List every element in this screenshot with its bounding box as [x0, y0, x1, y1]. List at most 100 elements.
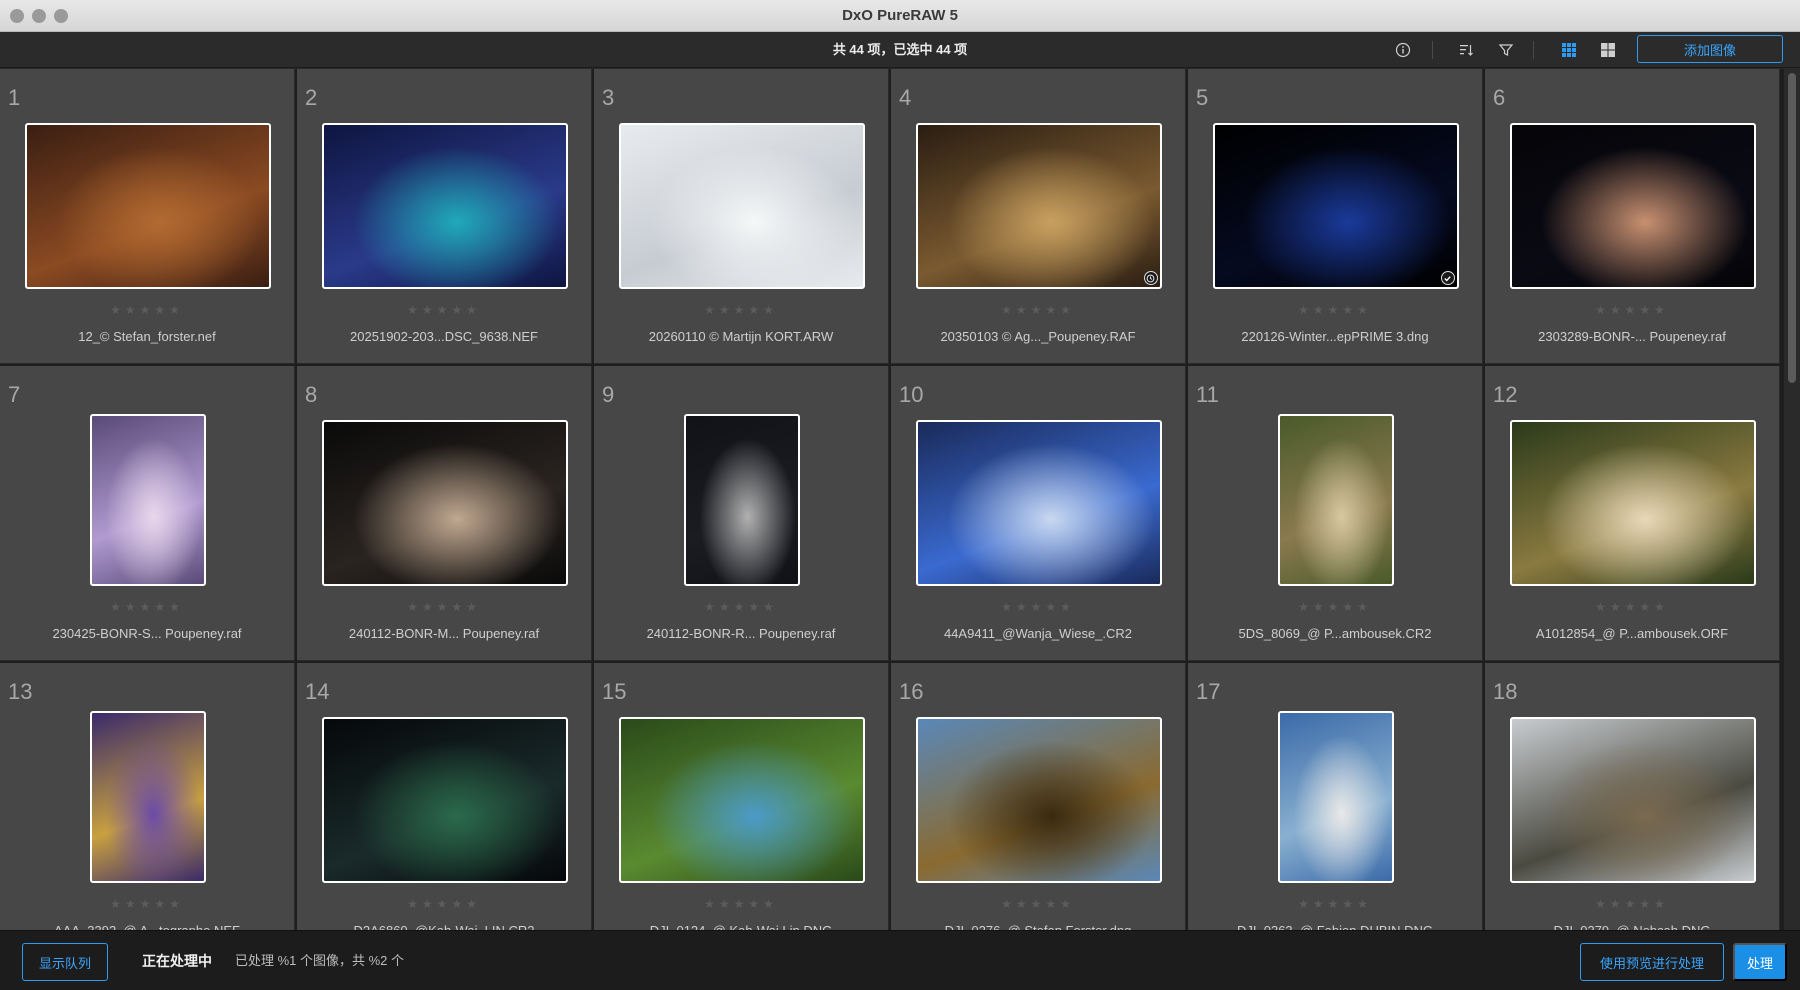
image-index: 8	[305, 382, 318, 407]
image-thumbnail[interactable]	[1509, 420, 1756, 586]
image-filename: 2303289-BONR-... Poupeney.raf	[1538, 329, 1726, 344]
image-thumbnail[interactable]	[321, 717, 568, 883]
add-images-button[interactable]: 添加图像	[1637, 35, 1783, 63]
image-thumbnail[interactable]	[1509, 717, 1756, 883]
image-thumbnail[interactable]	[89, 711, 206, 883]
star-rating[interactable]: ★★★★★	[1188, 303, 1482, 317]
image-index: 16	[899, 679, 924, 704]
image-cell[interactable]: 14 ★★★★★ D2A6860_@Kah-Wai_LIN.CR2	[297, 663, 592, 930]
image-index: 12	[1493, 382, 1518, 407]
star-rating[interactable]: ★★★★★	[0, 600, 294, 614]
image-cell[interactable]: 8 ★★★★★ 240112-BONR-M... Poupeney.raf	[297, 366, 592, 661]
image-thumbnail[interactable]	[618, 717, 865, 883]
image-filename: D2A6860_@Kah-Wai_LIN.CR2	[297, 923, 591, 930]
footer-bar: 显示队列 正在处理中 已处理 %1 个图像，共 %2 个 使用预览进行处理 处理	[0, 930, 1800, 990]
image-thumbnail[interactable]	[683, 414, 800, 586]
star-rating[interactable]: ★★★★★	[594, 600, 888, 614]
image-thumbnail[interactable]	[1277, 414, 1394, 586]
image-filename: DJI_0276_@ Stefan Forster.dng	[891, 923, 1185, 930]
image-cell[interactable]: 9 ★★★★★ 240112-BONR-R... Poupeney.raf	[594, 366, 889, 661]
window-title: DxO PureRAW 5	[842, 7, 958, 24]
star-rating[interactable]: ★★★★★	[0, 897, 294, 911]
mosaic-view-icon[interactable]	[1598, 40, 1618, 60]
star-rating[interactable]: ★★★★★	[0, 303, 294, 317]
grid-scrollbar[interactable]	[1784, 69, 1800, 930]
image-filename: DJI_0379_@ Nebcah.DNG	[1485, 923, 1779, 930]
star-rating[interactable]: ★★★★★	[1485, 600, 1779, 614]
image-filename: 20350103 © Ag..._Poupeney.RAF	[940, 329, 1136, 344]
image-thumbnail[interactable]	[1509, 123, 1756, 289]
image-cell[interactable]: 16 ★★★★★ DJI_0276_@ Stefan Forster.dng	[891, 663, 1186, 930]
image-filename: 44A9411_@Wanja_Wiese_.CR2	[943, 626, 1133, 641]
star-rating[interactable]: ★★★★★	[891, 897, 1185, 911]
selection-count: 共 44 项，已选中 44 项	[832, 42, 968, 57]
grid-view-icon[interactable]	[1559, 40, 1579, 60]
star-rating[interactable]: ★★★★★	[1188, 600, 1482, 614]
star-rating[interactable]: ★★★★★	[297, 600, 591, 614]
image-cell[interactable]: 2 ★★★★★ 20251902-203...DSC_9638.NEF	[297, 69, 592, 364]
star-rating[interactable]: ★★★★★	[297, 303, 591, 317]
image-index: 14	[305, 679, 330, 704]
star-rating[interactable]: ★★★★★	[1485, 897, 1779, 911]
image-cell[interactable]: 6 ★★★★★ 2303289-BONR-... Poupeney.raf	[1485, 69, 1780, 364]
image-index: 18	[1493, 679, 1518, 704]
image-thumbnail[interactable]	[915, 420, 1162, 586]
image-cell[interactable]: 13 ★★★★★ AAA_3392_@ A...tographe.NEF	[0, 663, 295, 930]
image-cell[interactable]: 3 ★★★★★ 20260110 © Martijn KORT.ARW	[594, 69, 889, 364]
image-cell[interactable]: 1 ★★★★★ 12_© Stefan_forster.nef	[0, 69, 295, 364]
image-cell[interactable]: 5 ★★★★★ 220126-Winter...epPRIME 3.dng	[1188, 69, 1483, 364]
image-grid: 1 ★★★★★ 12_© Stefan_forster.nef 2 ★★★★★ 20251…	[0, 69, 1784, 930]
processing-status: 已处理 %1 个图像，共 %2 个	[235, 953, 405, 968]
star-rating[interactable]: ★★★★★	[891, 303, 1185, 317]
star-rating[interactable]: ★★★★★	[1485, 303, 1779, 317]
image-index: 2	[305, 85, 318, 110]
image-thumbnail[interactable]	[915, 717, 1162, 883]
image-index: 9	[602, 382, 615, 407]
image-index: 5	[1196, 85, 1209, 110]
image-cell[interactable]: 10 ★★★★★ 44A9411_@Wanja_Wiese_.CR2	[891, 366, 1186, 661]
image-filename: 240112-BONR-M... Poupeney.raf	[348, 626, 540, 641]
title-bar: DxO PureRAW 5	[0, 0, 1800, 32]
image-filename: 220126-Winter...epPRIME 3.dng	[1241, 329, 1429, 344]
image-cell[interactable]: 11 ★★★★★ 5DS_8069_@ P...ambousek.CR2	[1188, 366, 1483, 661]
process-button[interactable]: 处理	[1733, 943, 1787, 981]
process-with-preview-button[interactable]: 使用预览进行处理	[1580, 943, 1724, 981]
image-filename: 240112-BONR-R... Poupeney.raf	[646, 626, 836, 641]
image-cell[interactable]: 15 ★★★★★ DJI_0124_@ Kah-Wai Lin.DNG	[594, 663, 889, 930]
image-filename: 230425-BONR-S... Poupeney.raf	[52, 626, 242, 641]
image-cell[interactable]: 17 ★★★★★ DJI_0363_@ Fabien DUBIN.DNG	[1188, 663, 1483, 930]
image-cell[interactable]: 12 ★★★★★ A1012854_@ P...ambousek.ORF	[1485, 366, 1780, 661]
image-filename: 5DS_8069_@ P...ambousek.CR2	[1238, 626, 1432, 641]
star-rating[interactable]: ★★★★★	[594, 897, 888, 911]
toolbar-divider	[1432, 41, 1433, 59]
image-index: 17	[1196, 679, 1221, 704]
image-thumbnail[interactable]	[1212, 123, 1459, 289]
toolbar-divider	[1533, 41, 1534, 59]
filter-icon[interactable]	[1496, 40, 1516, 60]
info-icon[interactable]	[1393, 40, 1413, 60]
image-thumbnail[interactable]	[24, 123, 271, 289]
image-filename: DJI_0363_@ Fabien DUBIN.DNG	[1188, 923, 1482, 930]
image-thumbnail[interactable]	[915, 123, 1162, 289]
image-cell[interactable]: 7 ★★★★★ 230425-BONR-S... Poupeney.raf	[0, 366, 295, 661]
scrollbar-thumb[interactable]	[1788, 73, 1796, 383]
show-queue-button[interactable]: 显示队列	[22, 943, 108, 981]
star-rating[interactable]: ★★★★★	[1188, 897, 1482, 911]
image-filename: A1012854_@ P...ambousek.ORF	[1535, 626, 1729, 641]
star-rating[interactable]: ★★★★★	[297, 897, 591, 911]
image-cell[interactable]: 4 ★★★★★ 20350103 © Ag..._Poupeney.RAF	[891, 69, 1186, 364]
image-index: 3	[602, 85, 615, 110]
image-thumbnail[interactable]	[618, 123, 865, 289]
star-rating[interactable]: ★★★★★	[594, 303, 888, 317]
clock-icon	[1143, 271, 1158, 285]
processing-label: 正在处理中	[142, 953, 212, 969]
image-filename: 20251902-203...DSC_9638.NEF	[350, 329, 538, 344]
sort-icon[interactable]	[1456, 40, 1476, 60]
star-rating[interactable]: ★★★★★	[891, 600, 1185, 614]
image-index: 10	[899, 382, 924, 407]
image-thumbnail[interactable]	[321, 123, 568, 289]
image-thumbnail[interactable]	[321, 420, 568, 586]
image-thumbnail[interactable]	[1277, 711, 1394, 883]
image-thumbnail[interactable]	[89, 414, 206, 586]
image-cell[interactable]: 18 ★★★★★ DJI_0379_@ Nebcah.DNG	[1485, 663, 1780, 930]
